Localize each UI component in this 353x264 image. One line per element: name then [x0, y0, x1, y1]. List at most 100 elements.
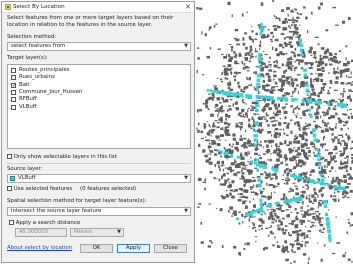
building-footprint: [294, 60, 296, 63]
building-footprint: [297, 247, 299, 250]
building-footprint: [341, 191, 345, 193]
building-footprint: [268, 174, 271, 176]
building-footprint: [254, 71, 258, 75]
selected-buffer-feature: [298, 176, 303, 180]
building-footprint: [224, 67, 228, 71]
target-layer-checkbox[interactable]: [11, 75, 16, 81]
building-footprint: [227, 110, 229, 112]
use-selected-option[interactable]: Use selected features: [7, 185, 72, 192]
building-footprint: [334, 53, 337, 56]
ok-button[interactable]: OK: [80, 244, 113, 253]
building-footprint: [250, 180, 254, 183]
building-footprint: [251, 26, 253, 28]
close-button[interactable]: Close: [154, 244, 187, 253]
building-footprint: [322, 82, 327, 86]
building-footprint: [280, 85, 283, 88]
selected-buffer-feature: [298, 196, 303, 201]
building-footprint: [289, 45, 294, 48]
search-distance-checkbox[interactable]: [9, 220, 14, 225]
building-footprint: [255, 240, 257, 243]
building-footprint: [265, 72, 270, 76]
building-footprint: [285, 249, 288, 252]
building-footprint: [265, 120, 269, 123]
only-selectable-checkbox[interactable]: [7, 154, 12, 159]
building-footprint: [222, 65, 226, 67]
building-footprint: [276, 158, 280, 162]
building-footprint: [295, 187, 299, 190]
target-layer-checkbox[interactable]: [11, 104, 16, 110]
building-footprint: [341, 20, 345, 24]
building-footprint: [225, 126, 230, 128]
building-footprint: [340, 160, 342, 165]
search-distance-option[interactable]: Apply a search distance: [9, 219, 80, 226]
building-footprint: [269, 89, 272, 93]
apply-button[interactable]: Apply: [117, 244, 150, 253]
target-layers-list[interactable]: Routes_principales Rues_urbains ✓ Bati Commu…: [7, 64, 191, 149]
building-footprint: [246, 242, 250, 246]
building-footprint: [271, 124, 276, 127]
selected-buffer-feature: [257, 57, 263, 62]
building-footprint: [206, 121, 208, 123]
search-distance-input[interactable]: 45.000000: [15, 228, 67, 237]
building-footprint: [308, 149, 311, 154]
building-footprint: [310, 207, 314, 211]
building-footprint: [202, 102, 205, 105]
building-footprint: [333, 58, 335, 63]
target-layer-checkbox[interactable]: [11, 97, 16, 103]
building-footprint: [250, 105, 252, 107]
building-footprint: [351, 260, 353, 263]
selected-buffer-feature: [253, 134, 259, 138]
building-footprint: [211, 241, 213, 244]
building-footprint: [237, 199, 242, 202]
building-footprint: [284, 27, 287, 30]
building-footprint: [342, 94, 344, 98]
building-footprint: [205, 99, 209, 101]
target-layer-checkbox[interactable]: ✓: [11, 82, 16, 88]
building-footprint: [220, 164, 225, 166]
building-footprint: [255, 229, 257, 232]
building-footprint: [228, 195, 230, 198]
building-footprint: [217, 143, 221, 146]
building-footprint: [260, 213, 263, 216]
building-footprint: [275, 148, 278, 151]
building-footprint: [275, 123, 277, 127]
building-footprint: [308, 200, 313, 203]
building-footprint: [343, 174, 347, 179]
building-footprint: [313, 152, 315, 155]
search-distance-unit-dropdown[interactable]: Meters ▼: [70, 228, 124, 237]
building-footprint: [281, 106, 285, 109]
use-selected-checkbox[interactable]: [7, 186, 12, 191]
source-layer-dropdown[interactable]: VLBuff ▼: [7, 174, 191, 183]
building-footprint: [291, 243, 295, 246]
only-selectable-option[interactable]: Only show selectable layers in this list: [7, 153, 117, 160]
building-footprint: [216, 178, 218, 180]
building-footprint: [247, 109, 249, 112]
building-footprint: [297, 146, 300, 151]
target-layer-checkbox[interactable]: [11, 68, 16, 73]
building-footprint: [208, 161, 213, 165]
building-footprint: [327, 92, 331, 95]
selection-method-dropdown[interactable]: select features from ▼: [7, 42, 191, 51]
building-footprint: [216, 161, 220, 165]
target-layer-checkbox[interactable]: [11, 89, 16, 95]
building-footprint: [287, 43, 292, 46]
selected-buffer-feature: [257, 178, 262, 182]
building-footprint: [254, 236, 258, 238]
about-link[interactable]: About select by location: [7, 245, 72, 251]
building-footprint: [234, 164, 239, 169]
building-footprint: [349, 189, 353, 193]
building-footprint: [276, 17, 280, 19]
building-footprint: [225, 54, 227, 57]
close-icon[interactable]: ✕: [185, 3, 191, 11]
building-footprint: [259, 189, 261, 191]
selected-buffer-feature: [314, 100, 318, 105]
building-footprint: [335, 101, 338, 103]
selected-buffer-feature: [323, 204, 328, 209]
spatial-method-dropdown[interactable]: intersect the source layer feature ▼: [7, 207, 191, 216]
building-footprint: [238, 211, 241, 213]
building-footprint: [261, 220, 265, 224]
selected-buffer-feature: [337, 185, 342, 190]
building-footprint: [299, 59, 304, 63]
building-footprint: [281, 9, 285, 12]
building-footprint: [290, 30, 295, 33]
